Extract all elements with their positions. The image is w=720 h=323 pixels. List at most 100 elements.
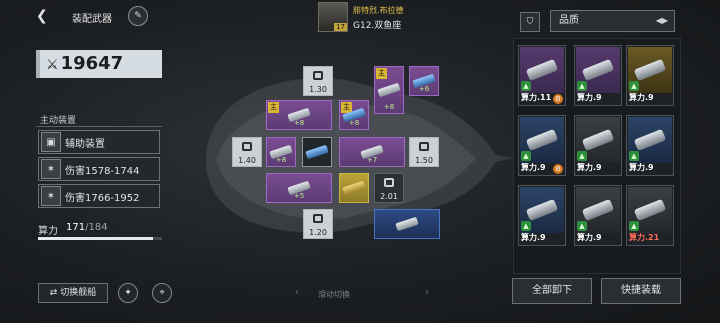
card-power: 算力.9 bbox=[577, 93, 602, 102]
upgrade-level: +8 bbox=[293, 119, 305, 127]
card-power: 算力.11 bbox=[521, 93, 552, 102]
weapon-card[interactable]: ▲ 算力.9 bbox=[574, 45, 622, 106]
page-title: 装配武器 bbox=[72, 14, 112, 25]
weapon-card[interactable]: ▲ 算力.9 bbox=[574, 185, 622, 246]
weapon-slot-main-top[interactable]: 主 +8 bbox=[374, 66, 404, 114]
locked-slot-right[interactable]: 1.50 bbox=[409, 137, 439, 167]
compute-max: /184 bbox=[85, 222, 108, 233]
locked-slot-dark[interactable]: 2.01 bbox=[374, 173, 404, 203]
divider bbox=[36, 126, 162, 127]
power-score: ⚔ 19647 bbox=[36, 50, 162, 78]
lock-icon bbox=[313, 71, 323, 80]
pen-icon: ✎ bbox=[134, 11, 142, 21]
locked-slot-top[interactable]: 1.30 bbox=[303, 66, 333, 96]
skill-damage-2[interactable]: ✶ 伤害1766-1952 bbox=[38, 184, 160, 208]
back-icon[interactable]: ❮ bbox=[36, 8, 52, 24]
filter-button[interactable]: ⛉ bbox=[520, 12, 540, 32]
card-power: 算力.9 bbox=[577, 233, 602, 242]
locked-slot-bottom[interactable]: 1.20 bbox=[303, 209, 333, 239]
compute-current: 171 bbox=[66, 222, 86, 233]
weapon-card[interactable]: ▲ 算力.11 ⚙ bbox=[518, 45, 566, 106]
device-icon: ▣ bbox=[41, 132, 61, 152]
main-badge: 主 bbox=[268, 102, 279, 113]
fleet-button[interactable]: ⌖ bbox=[152, 283, 172, 303]
weapon-icon bbox=[581, 198, 615, 222]
upgrade-arrow-icon: ▲ bbox=[629, 151, 639, 161]
upgrade-level: +5 bbox=[293, 192, 305, 200]
weapon-card[interactable]: ▲ 算力.9 bbox=[518, 185, 566, 246]
compute-value: 171/184 bbox=[66, 222, 108, 233]
locked-slot-left[interactable]: 1.40 bbox=[232, 137, 262, 167]
gear-icon: ⚙ bbox=[553, 164, 563, 174]
weapon-card[interactable]: ▲ 算力.9 bbox=[626, 45, 674, 106]
chevron-right-icon[interactable]: › bbox=[425, 287, 429, 298]
weapon-card[interactable]: ▲ 算力.9 bbox=[574, 115, 622, 176]
core-device-icon bbox=[305, 144, 329, 160]
slot-cost: 1.20 bbox=[309, 228, 327, 237]
quality-sort-select[interactable]: 品质 ◀▶ bbox=[550, 10, 675, 32]
upgrade-arrow-icon: ▲ bbox=[629, 221, 639, 231]
lock-icon bbox=[384, 178, 394, 187]
upgrade-level: +8 bbox=[275, 156, 287, 164]
upgrade-level: +8 bbox=[383, 103, 395, 111]
damage-icon: ✶ bbox=[41, 159, 61, 179]
card-power: 算力.21 bbox=[629, 233, 660, 242]
quick-equip-button[interactable]: 快捷装载 bbox=[601, 278, 681, 304]
weapon-icon bbox=[525, 58, 559, 82]
compute-label: 算力 bbox=[38, 226, 58, 237]
weapon-slot-bottom-left[interactable]: +5 bbox=[266, 173, 332, 203]
weapon-slot-main-left[interactable]: 主 +8 bbox=[266, 100, 332, 130]
weapon-card[interactable]: ▲ 算力.9 ⚙ bbox=[518, 115, 566, 176]
unload-all-button[interactable]: 全部卸下 bbox=[512, 278, 592, 304]
card-power: 算力.9 bbox=[521, 163, 546, 172]
power-value: 19647 bbox=[60, 53, 124, 74]
weapon-icon bbox=[581, 128, 615, 152]
slot-cost: 1.40 bbox=[238, 156, 256, 165]
weapon-slot-mid-right[interactable]: +7 bbox=[339, 137, 405, 167]
upgrade-level: +6 bbox=[418, 85, 430, 93]
upgrade-arrow-icon: ▲ bbox=[521, 221, 531, 231]
pilot-avatar[interactable]: 17 bbox=[318, 2, 348, 32]
weapon-slot-bottom-blue[interactable] bbox=[374, 209, 440, 239]
weapon-card[interactable]: ▲ 算力.9 bbox=[626, 115, 674, 176]
weapon-slot-top-right[interactable]: +6 bbox=[409, 66, 439, 96]
upgrade-arrow-icon: ▲ bbox=[577, 151, 587, 161]
skill-label: 伤害1766-1952 bbox=[65, 192, 140, 204]
turret-icon bbox=[395, 216, 419, 232]
cannon-icon bbox=[377, 82, 401, 98]
weapon-card[interactable]: ▲ 算力.21 bbox=[626, 185, 674, 246]
card-power: 算力.9 bbox=[521, 233, 546, 242]
sort-toggle-icon: ◀▶ bbox=[655, 16, 668, 25]
weapon-slot-mid-left[interactable]: +8 bbox=[266, 137, 296, 167]
weapon-slot-core[interactable] bbox=[302, 137, 332, 167]
switch-ship-button[interactable]: ⇄ 切换舰船 bbox=[38, 283, 108, 303]
lock-icon bbox=[313, 214, 323, 223]
pilot-name: 腓特烈.布拉德 bbox=[353, 6, 404, 15]
skill-label: 伤害1578-1744 bbox=[65, 165, 140, 177]
lock-icon bbox=[419, 142, 429, 151]
weapon-icon bbox=[525, 128, 559, 152]
skill-label: 辅助装置 bbox=[65, 138, 105, 150]
card-power: 算力.9 bbox=[629, 163, 654, 172]
weapon-icon bbox=[633, 128, 667, 152]
skill-damage-1[interactable]: ✶ 伤害1578-1744 bbox=[38, 157, 160, 181]
wing-button[interactable]: ✦ bbox=[118, 283, 138, 303]
skill-aux-device[interactable]: ▣ 辅助装置 bbox=[38, 130, 160, 154]
weapon-icon bbox=[525, 198, 559, 222]
upgrade-level: +7 bbox=[366, 156, 378, 164]
filter-icon: ⛉ bbox=[526, 17, 534, 27]
weapon-slot-main-center[interactable]: 主 +8 bbox=[339, 100, 369, 130]
slot-cost: 2.01 bbox=[380, 192, 398, 201]
slot-cost: 1.50 bbox=[415, 156, 433, 165]
weapon-slot-bottom-gold[interactable] bbox=[339, 173, 369, 203]
upgrade-arrow-icon: ▲ bbox=[577, 221, 587, 231]
main-badge: 主 bbox=[376, 68, 387, 79]
swap-icon: ⇄ bbox=[49, 288, 61, 298]
card-power: 算力.9 bbox=[629, 93, 654, 102]
card-power: 算力.9 bbox=[577, 163, 602, 172]
edit-button[interactable]: ✎ bbox=[128, 6, 148, 26]
chevron-left-icon[interactable]: ‹ bbox=[295, 287, 299, 298]
damage-icon: ✶ bbox=[41, 186, 61, 206]
weapon-icon bbox=[633, 58, 667, 82]
compute-bar bbox=[38, 237, 162, 240]
